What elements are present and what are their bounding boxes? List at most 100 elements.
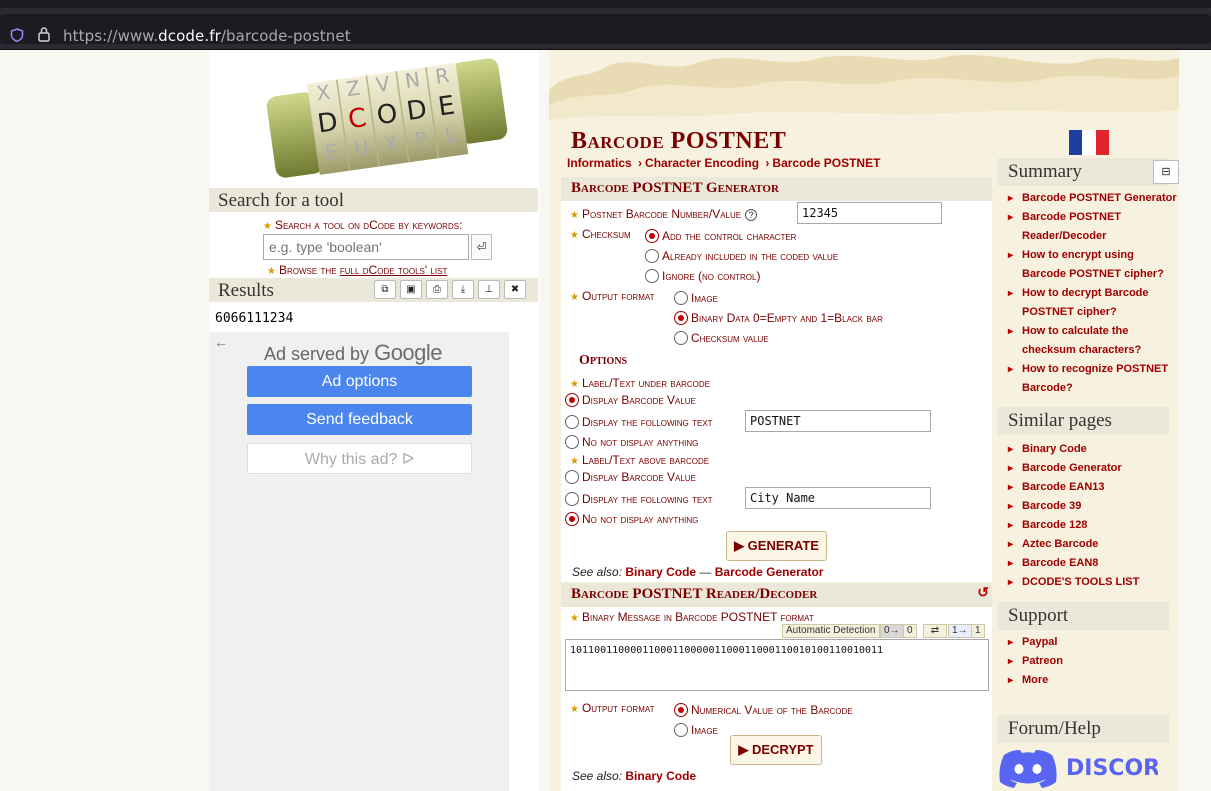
decoder-numerical-label[interactable]: Numerical Value of the Barcode bbox=[691, 703, 853, 717]
svg-text:DISCORD: DISCORD bbox=[1066, 756, 1158, 781]
under-text-input[interactable] bbox=[745, 410, 931, 432]
see-also-binary-code-link[interactable]: Binary Code bbox=[625, 565, 696, 579]
under-display-value-label[interactable]: Display Barcode Value bbox=[582, 393, 696, 407]
ad-back-icon[interactable]: ← bbox=[214, 334, 228, 350]
copy-icon[interactable]: ⧉ bbox=[374, 280, 396, 299]
see-also-barcode-generator-link[interactable]: Barcode Generator bbox=[715, 565, 824, 579]
dcode-logo[interactable]: XZVNR EUXPL DCODE bbox=[245, 52, 515, 187]
above-display-value-label[interactable]: Display Barcode Value bbox=[582, 470, 696, 484]
browse-tools-link[interactable]: ★ Browse the full dCode tools' list bbox=[267, 263, 447, 277]
checksum-included-radio[interactable] bbox=[645, 249, 659, 263]
discord-logo[interactable]: DISCORD bbox=[998, 745, 1158, 789]
pin-icon[interactable]: ⊥ bbox=[478, 280, 500, 299]
summary-link-encrypt[interactable]: How to encrypt using Barcode POSTNET cip… bbox=[1008, 246, 1180, 284]
output-image-label[interactable]: Image bbox=[691, 291, 718, 305]
breadcrumb-barcode-postnet[interactable]: Barcode POSTNET bbox=[772, 156, 880, 170]
results-toolbar: ⧉ ▣ ⎙ ⤓ ⊥ ✖ bbox=[374, 280, 526, 299]
number-input[interactable] bbox=[797, 202, 942, 224]
similar-link-tools-list[interactable]: DCODE'S TOOLS LIST bbox=[1008, 573, 1139, 592]
breadcrumb-informatics[interactable]: Informatics bbox=[567, 156, 632, 170]
under-no-display-radio[interactable] bbox=[565, 435, 579, 449]
decoder-see-also-binary-code-link[interactable]: Binary Code bbox=[625, 769, 696, 783]
send-feedback-button[interactable]: Send feedback bbox=[247, 404, 472, 435]
reset-icon[interactable]: ↺ bbox=[977, 585, 989, 602]
ad-options-button[interactable]: Ad options bbox=[247, 366, 472, 397]
output-checksum-label[interactable]: Checksum value bbox=[691, 331, 769, 345]
decoder-image-radio[interactable] bbox=[674, 723, 688, 737]
above-no-display-label[interactable]: No not display anything bbox=[582, 512, 698, 526]
similar-link-barcode-128[interactable]: Barcode 128 bbox=[1008, 516, 1139, 535]
svg-text:D: D bbox=[316, 107, 340, 139]
search-heading: Search for a tool bbox=[209, 188, 538, 212]
above-text-input[interactable] bbox=[745, 487, 931, 509]
under-display-text-label[interactable]: Display the following text bbox=[582, 415, 713, 429]
search-label: ★ Search a tool on dCode by keywords: bbox=[263, 218, 463, 232]
above-display-text-label[interactable]: Display the following text bbox=[582, 492, 713, 506]
output-checksum-radio[interactable] bbox=[674, 331, 688, 345]
url-text[interactable]: https://www.dcode.fr/barcode-postnet bbox=[63, 27, 351, 45]
address-bar[interactable]: https://www.dcode.fr/barcode-postnet bbox=[0, 14, 1211, 45]
options-heading: Options bbox=[579, 353, 628, 368]
decoder-output-label: ★ Output format bbox=[570, 701, 655, 715]
similar-link-binary-code[interactable]: Binary Code bbox=[1008, 440, 1139, 459]
decoder-image-label[interactable]: Image bbox=[691, 723, 718, 737]
why-this-ad-button[interactable]: Why this ad? ᐅ bbox=[247, 443, 472, 474]
checksum-ignore-label[interactable]: Ignore (no control) bbox=[662, 269, 760, 283]
search-input[interactable] bbox=[263, 234, 469, 260]
above-no-display-radio[interactable] bbox=[565, 512, 579, 526]
similar-link-barcode-39[interactable]: Barcode 39 bbox=[1008, 497, 1139, 516]
result-value[interactable]: 6066111234 bbox=[215, 311, 293, 326]
binary-message-input[interactable]: 1011001100001100011000001100011000110010… bbox=[565, 639, 989, 691]
output-image-radio[interactable] bbox=[674, 291, 688, 305]
screenshot-icon[interactable]: ▣ bbox=[400, 280, 422, 299]
help-icon[interactable]: ? bbox=[745, 209, 758, 221]
svg-text:D: D bbox=[405, 95, 429, 127]
similar-link-barcode-generator[interactable]: Barcode Generator bbox=[1008, 459, 1139, 478]
checksum-included-label[interactable]: Already included in the coded value bbox=[662, 249, 838, 263]
auto-detection-button[interactable]: Automatic Detection bbox=[782, 624, 880, 638]
star-icon: ★ bbox=[570, 379, 579, 390]
decrypt-button[interactable]: ▶ DECRYPT bbox=[730, 735, 822, 765]
tracking-shield-icon[interactable] bbox=[10, 28, 24, 42]
output-binary-label[interactable]: Binary Data 0=Empty and 1=Black bar bbox=[691, 311, 883, 325]
checksum-add-radio[interactable] bbox=[645, 229, 659, 243]
summary-link-generator[interactable]: Barcode POSTNET Generator bbox=[1008, 189, 1180, 208]
support-link-patreon[interactable]: Patreon bbox=[1008, 652, 1063, 671]
zero-map-button[interactable]: 0→ bbox=[880, 624, 904, 638]
summary-link-decoder[interactable]: Barcode POSTNET Reader/Decoder bbox=[1008, 208, 1180, 246]
checksum-add-label[interactable]: Add the control character bbox=[662, 229, 796, 243]
swap-button[interactable]: ⇄ bbox=[923, 624, 947, 638]
summary-heading: Summary bbox=[998, 158, 1169, 186]
generate-button[interactable]: ▶ GENERATE bbox=[726, 531, 827, 561]
collapse-icon[interactable]: ⊟ bbox=[1153, 160, 1179, 184]
summary-link-checksum[interactable]: How to calculate the checksum characters… bbox=[1008, 322, 1180, 360]
support-links: Paypal Patreon More bbox=[1008, 633, 1063, 690]
zero-value-field[interactable]: 0 bbox=[903, 624, 917, 638]
above-display-text-radio[interactable] bbox=[565, 492, 579, 506]
search-submit-button[interactable]: ⏎ bbox=[471, 234, 492, 260]
generator-panel: Barcode POSTNET Generator ★ Postnet Barco… bbox=[561, 177, 992, 582]
similar-link-ean8[interactable]: Barcode EAN8 bbox=[1008, 554, 1139, 573]
star-icon: ★ bbox=[570, 456, 579, 467]
checksum-ignore-radio[interactable] bbox=[645, 269, 659, 283]
french-flag-icon[interactable] bbox=[1069, 130, 1109, 155]
breadcrumb-character-encoding[interactable]: Character Encoding bbox=[645, 156, 759, 170]
lock-icon[interactable] bbox=[37, 26, 51, 42]
one-value-field[interactable]: 1 bbox=[971, 624, 985, 638]
support-link-more[interactable]: More bbox=[1008, 671, 1063, 690]
similar-link-aztec[interactable]: Aztec Barcode bbox=[1008, 535, 1139, 554]
download-icon[interactable]: ⤓ bbox=[452, 280, 474, 299]
output-binary-radio[interactable] bbox=[674, 311, 688, 325]
one-map-button[interactable]: 1→ bbox=[948, 624, 972, 638]
summary-link-recognize[interactable]: How to recognize POSTNET Barcode? bbox=[1008, 360, 1180, 398]
similar-link-ean13[interactable]: Barcode EAN13 bbox=[1008, 478, 1139, 497]
above-display-value-radio[interactable] bbox=[565, 470, 579, 484]
under-no-display-label[interactable]: No not display anything bbox=[582, 435, 698, 449]
decoder-numerical-radio[interactable] bbox=[674, 703, 688, 717]
close-icon[interactable]: ✖ bbox=[504, 280, 526, 299]
summary-link-decrypt[interactable]: How to decrypt Barcode POSTNET cipher? bbox=[1008, 284, 1180, 322]
under-display-value-radio[interactable] bbox=[565, 393, 579, 407]
print-icon[interactable]: ⎙ bbox=[426, 280, 448, 299]
under-display-text-radio[interactable] bbox=[565, 415, 579, 429]
support-link-paypal[interactable]: Paypal bbox=[1008, 633, 1063, 652]
